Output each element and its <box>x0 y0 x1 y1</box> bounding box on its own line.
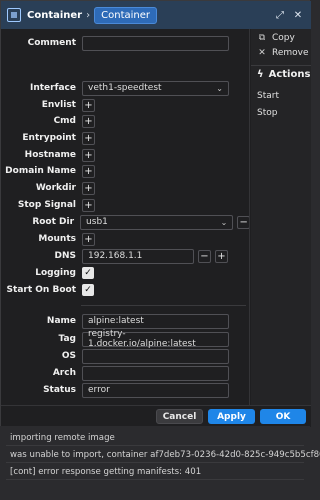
entrypoint-add-button[interactable]: + <box>82 131 95 145</box>
stop-signal-add-button[interactable]: + <box>82 198 95 212</box>
mounts-add-button[interactable]: + <box>82 232 95 246</box>
log-panel: importing remote image was unable to imp… <box>0 426 320 500</box>
stop-button[interactable]: Stop <box>257 108 277 118</box>
container-form: Comment Interface veth1-speedtest ⌄ Envl… <box>1 29 250 405</box>
log-line: importing remote image <box>10 433 115 443</box>
os-field <box>82 348 229 364</box>
close-icon[interactable]: ✕ <box>291 8 305 22</box>
remove-icon: ✕ <box>258 48 266 58</box>
log-line: [cont] error response getting manifests:… <box>10 467 202 477</box>
log-line: was unable to import, container af7deb73… <box>10 450 320 460</box>
lightning-icon: ϟ <box>257 69 264 80</box>
actions-title: Actions <box>268 69 311 80</box>
entrypoint-label: Entrypoint <box>22 133 76 143</box>
interface-label: Interface <box>29 83 76 93</box>
start-button[interactable]: Start <box>257 91 279 101</box>
start-on-boot-label: Start On Boot <box>6 285 76 295</box>
copy-icon: ⧉ <box>258 33 266 43</box>
envlist-label: Envlist <box>41 100 76 110</box>
breadcrumb-root[interactable]: Container <box>27 10 82 21</box>
section-divider <box>81 305 246 306</box>
domain-name-add-button[interactable]: + <box>82 164 95 178</box>
dns-field[interactable]: 192.168.1.1 <box>82 248 194 264</box>
breadcrumb-separator-icon: › <box>86 9 91 21</box>
workdir-label: Workdir <box>35 183 76 193</box>
mounts-label: Mounts <box>38 234 76 244</box>
chevron-down-icon: ⌄ <box>216 83 223 93</box>
arch-field <box>82 365 229 381</box>
root-dir-value: usb1 <box>86 217 108 227</box>
side-divider <box>251 65 311 66</box>
title-bar: Container › Container ⤢ ✕ <box>1 1 311 29</box>
breadcrumb-active[interactable]: Container <box>94 6 157 24</box>
logging-checkbox[interactable]: ✓ <box>82 267 94 279</box>
os-label: OS <box>61 351 76 361</box>
side-panel: ⧉ Copy ✕ Remove ϟ Actions Start Stop <box>251 29 311 405</box>
arch-label: Arch <box>52 368 76 378</box>
logging-label: Logging <box>35 268 76 278</box>
interface-select[interactable]: veth1-speedtest ⌄ <box>82 80 229 96</box>
tag-field: registry-1.docker.io/alpine:latest <box>82 329 229 349</box>
dns-add-button[interactable]: + <box>215 249 228 263</box>
log-divider <box>6 479 304 480</box>
copy-button[interactable]: ⧉ Copy <box>257 33 295 43</box>
stop-label: Stop <box>257 108 278 118</box>
tag-label: Tag <box>58 334 77 344</box>
name-field: alpine:latest <box>82 313 229 329</box>
cancel-button[interactable]: Cancel <box>156 409 203 424</box>
hostname-add-button[interactable]: + <box>82 148 95 162</box>
envlist-add-button[interactable]: + <box>82 98 95 112</box>
container-icon <box>7 8 21 22</box>
copy-label: Copy <box>272 33 295 43</box>
domain-name-label: Domain Name <box>5 166 76 176</box>
name-label: Name <box>46 316 76 326</box>
remove-label: Remove <box>272 48 309 58</box>
log-divider <box>6 462 304 463</box>
status-field: error <box>82 382 229 398</box>
cmd-label: Cmd <box>53 116 76 126</box>
tag-value: registry-1.docker.io/alpine:latest <box>88 329 196 349</box>
name-value: alpine:latest <box>88 316 144 326</box>
start-on-boot-checkbox[interactable]: ✓ <box>82 284 94 296</box>
chevron-down-icon: ⌄ <box>220 217 228 227</box>
status-label: Status <box>43 385 76 395</box>
comment-field[interactable] <box>82 35 229 51</box>
dns-remove-button[interactable]: − <box>198 249 211 263</box>
root-dir-select[interactable]: usb1 ⌄ <box>80 214 234 230</box>
stop-signal-label: Stop Signal <box>17 200 76 210</box>
expand-icon[interactable]: ⤢ <box>273 8 287 22</box>
dns-value: 192.168.1.1 <box>88 251 143 261</box>
hostname-label: Hostname <box>24 150 76 160</box>
actions-heading: ϟ Actions <box>257 69 310 80</box>
dialog-footer: Cancel Apply OK <box>1 405 311 427</box>
status-value: error <box>88 385 110 395</box>
remove-button[interactable]: ✕ Remove <box>257 48 309 58</box>
container-window: Container › Container ⤢ ✕ Comment Interf… <box>0 0 311 427</box>
start-label: Start <box>257 91 279 101</box>
workdir-add-button[interactable]: + <box>82 181 95 195</box>
log-divider <box>6 445 304 446</box>
cmd-add-button[interactable]: + <box>82 114 95 128</box>
interface-value: veth1-speedtest <box>88 83 162 93</box>
root-dir-remove-button[interactable]: − <box>237 215 249 229</box>
apply-button[interactable]: Apply <box>208 409 255 424</box>
root-dir-label: Root Dir <box>32 217 75 227</box>
comment-label: Comment <box>27 38 76 48</box>
dns-label: DNS <box>54 251 77 261</box>
ok-button[interactable]: OK <box>260 409 306 424</box>
